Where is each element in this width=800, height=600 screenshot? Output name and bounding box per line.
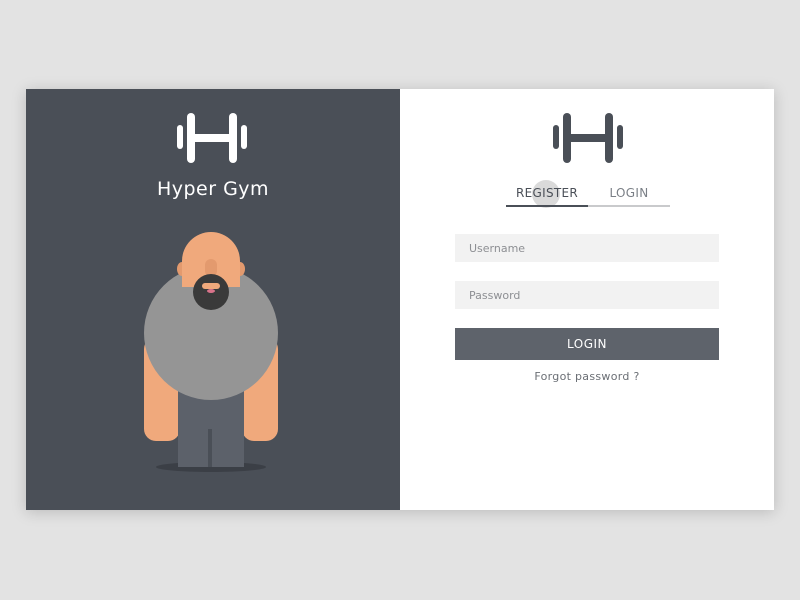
dumbbell-icon — [553, 113, 623, 163]
password-input[interactable] — [455, 281, 719, 309]
dumbbell-icon — [177, 113, 247, 163]
tab-register[interactable]: REGISTER — [506, 186, 588, 206]
auth-card: Hyper Gym REGISTER LOGIN Username LOGIN … — [26, 89, 774, 510]
login-button[interactable]: LOGIN — [455, 328, 719, 360]
username-input[interactable] — [455, 234, 719, 262]
tab-login[interactable]: LOGIN — [588, 186, 670, 206]
bodybuilder-illustration — [144, 232, 278, 472]
brand-name: Hyper Gym — [156, 178, 270, 200]
auth-tabs: REGISTER LOGIN — [506, 180, 670, 208]
active-tab-indicator — [506, 205, 588, 207]
login-panel: REGISTER LOGIN LOGIN Forgot password ? — [400, 89, 774, 510]
brand-panel: Hyper Gym — [26, 89, 400, 510]
forgot-password-link[interactable]: Forgot password ? — [400, 370, 774, 383]
